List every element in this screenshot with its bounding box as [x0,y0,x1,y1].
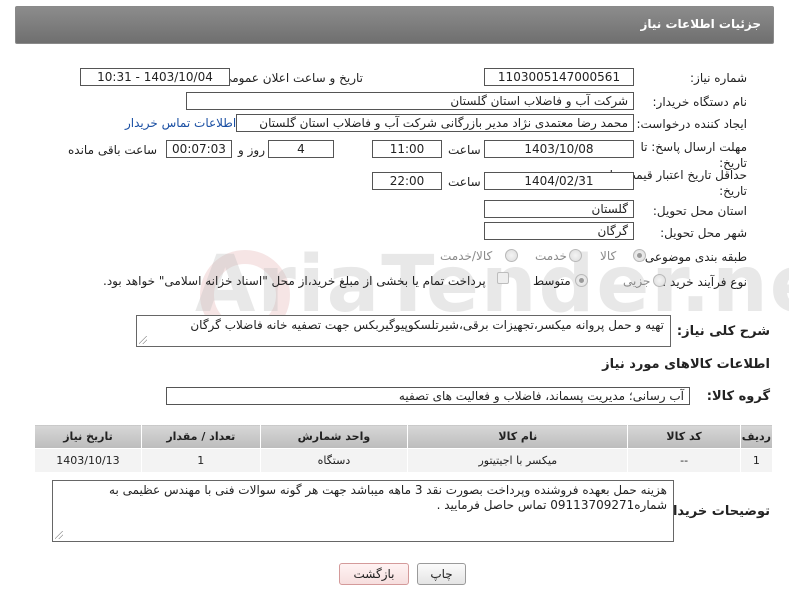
cell-qty: 1 [140,448,261,473]
price-validity-time-field[interactable]: 22:00 [372,172,442,190]
description-textarea[interactable]: تهیه و حمل پروانه میکسر،تجهیزات برقی،شیر… [136,315,671,347]
col-code-header: کد کالا [627,424,741,449]
purchase-small-radio[interactable] [653,274,666,287]
buyer-notes-textarea[interactable]: هزینه حمل بعهده فروشنده وپرداخت بصورت نق… [52,480,674,542]
cell-date: 1403/10/13 [34,448,142,473]
col-unit-header: واحد شمارش [259,424,409,449]
goods-group-label: گروه کالا: [706,389,770,404]
reply-deadline-days-field[interactable]: 4 [268,140,334,158]
province-label: استان محل تحویل: [652,204,747,218]
reply-deadline-date-field[interactable]: 1403/10/08 [484,140,634,158]
announce-datetime-field[interactable]: 1403/10/04 - 10:31 [80,68,230,86]
category-both-label: کالا/خدمت [440,249,493,263]
print-button[interactable]: چاپ [417,563,466,585]
buyer-notes-line-2: شماره09113709271 تماس حاصل فرمایید . [436,498,667,512]
announce-datetime-label: تاریخ و ساعت اعلان عمومی: [218,71,363,85]
purchase-type-label: نوع فرآیند خرید : [662,275,747,289]
need-number-field[interactable]: 1103005147000561 [484,68,634,86]
col-qty-header: تعداد / مقدار [140,424,261,449]
treasury-payment-checkbox[interactable] [497,272,509,284]
buyer-org-field[interactable]: شرکت آب و فاضلاب استان گلستان [186,92,634,110]
cell-code: -- [627,448,741,473]
requester-label: ایجاد کننده درخواست: [636,117,747,131]
resize-grip[interactable] [55,531,63,539]
cell-row: 1 [739,448,774,473]
buyer-notes-line-1: هزینه حمل بعهده فروشنده وپرداخت بصورت نق… [109,483,667,497]
goods-group-field[interactable]: آب رسانی؛ مدیریت پسماند، فاضلاب و فعالیت… [166,387,690,405]
remaining-time-label: ساعت باقی مانده [68,143,158,157]
buyer-notes-label: توضیحات خریدار: [660,504,770,519]
back-button[interactable]: بازگشت [339,563,409,585]
remaining-time-field[interactable]: 00:07:03 [166,140,232,158]
page-title: جزئیات اطلاعات نیاز [640,17,761,31]
header-panel: جزئیات اطلاعات نیاز [15,6,774,44]
requester-field[interactable]: محمد رضا معتمدی نژاد مدیر بازرگانی شرکت … [236,114,634,132]
category-goods-radio[interactable] [633,249,646,262]
purchase-medium-radio[interactable] [575,274,588,287]
table-header-row: ردیف کد کالا نام کالا واحد شمارش تعداد /… [34,424,774,449]
cell-unit: دستگاه [259,448,409,473]
need-number-label: شماره نیاز: [690,71,747,85]
price-validity-date-field[interactable]: 1404/02/31 [484,172,634,190]
description-text: تهیه و حمل پروانه میکسر،تجهیزات برقی،شیر… [190,318,664,332]
col-row-header: ردیف [739,424,774,449]
category-service-label: خدمت [535,249,567,263]
col-name-header: نام کالا [407,424,629,449]
city-field[interactable]: گرگان [484,222,634,240]
cell-name: میکسر با اجیتیتور [407,448,629,473]
purchase-medium-label: متوسط [533,274,571,288]
items-table: ردیف کد کالا نام کالا واحد شمارش تعداد /… [34,424,774,473]
reply-deadline-time-field[interactable]: 11:00 [372,140,442,158]
category-service-radio[interactable] [569,249,582,262]
buyer-contact-link[interactable]: اطلاعات تماس خریدار [125,116,236,130]
description-label: شرح کلی نیاز: [676,324,770,339]
treasury-payment-note: پرداخت تمام یا بخشی از مبلغ خرید،از محل … [103,274,486,288]
days-label: روز و [238,143,265,157]
table-row[interactable]: 1 -- میکسر با اجیتیتور دستگاه 1 1403/10/… [34,448,774,473]
goods-section-title: اطلاعات کالاهای مورد نیاز [602,357,770,372]
category-label: طبقه بندی موضوعی: [640,250,747,264]
category-goods-label: کالا [600,249,617,263]
price-validity-time-label: ساعت [448,175,481,189]
resize-grip[interactable] [139,336,147,344]
buyer-org-label: نام دستگاه خریدار: [652,95,748,109]
province-field[interactable]: گلستان [484,200,634,218]
col-date-header: تاریخ نیاز [34,424,142,449]
purchase-small-label: جزیی [623,274,651,288]
category-both-radio[interactable] [505,249,518,262]
city-label: شهر محل تحویل: [660,226,747,240]
reply-deadline-time-label: ساعت [448,143,481,157]
